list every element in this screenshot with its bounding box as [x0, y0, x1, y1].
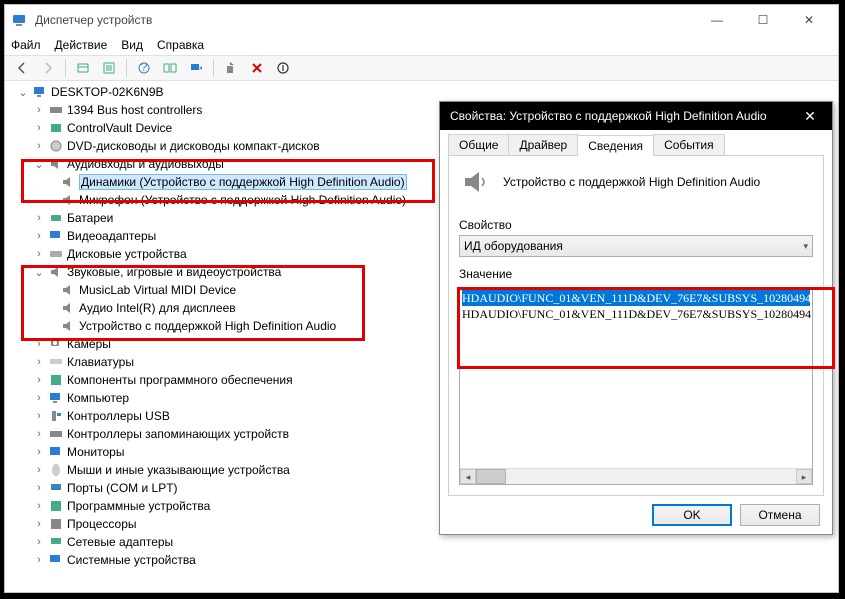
- speaker-icon: [48, 264, 64, 280]
- tree-item[interactable]: ›Видеоадаптеры: [11, 227, 441, 245]
- minimize-button[interactable]: —: [694, 5, 740, 35]
- tab-details[interactable]: Сведения: [577, 135, 654, 156]
- svg-text:?: ?: [141, 61, 148, 74]
- tree-label: DESKTOP-02K6N9B: [51, 85, 164, 99]
- property-label: Свойство: [459, 218, 813, 232]
- cancel-button[interactable]: Отмена: [740, 504, 820, 526]
- dialog-titlebar[interactable]: Свойства: Устройство с поддержкой High D…: [440, 102, 832, 130]
- tree-item[interactable]: ›Дисковые устройства: [11, 245, 441, 263]
- update-driver-button[interactable]: [220, 57, 242, 79]
- speaker-icon: [60, 174, 76, 190]
- tree-item[interactable]: ›1394 Bus host controllers: [11, 101, 441, 119]
- maximize-button[interactable]: ☐: [740, 5, 786, 35]
- tree-item[interactable]: ›Сетевые адаптеры: [11, 533, 441, 551]
- tab-general[interactable]: Общие: [448, 134, 509, 155]
- tree-item-speakers[interactable]: Динамики (Устройство с поддержкой High D…: [11, 173, 441, 191]
- tree-item[interactable]: MusicLab Virtual MIDI Device: [11, 281, 441, 299]
- scroll-left-button[interactable]: ◂: [460, 469, 476, 484]
- device-name: Устройство с поддержкой High Definition …: [503, 175, 760, 189]
- toolbar: ?: [5, 55, 838, 81]
- tree-item[interactable]: ›Мыши и иные указывающие устройства: [11, 461, 441, 479]
- menubar: Файл Действие Вид Справка: [5, 35, 838, 55]
- menu-file[interactable]: Файл: [11, 38, 41, 52]
- properties-dialog[interactable]: Свойства: Устройство с поддержкой High D…: [439, 101, 833, 535]
- help-button[interactable]: ?: [133, 57, 155, 79]
- tree-item[interactable]: ›Клавиатуры: [11, 353, 441, 371]
- tree-item[interactable]: ›Компоненты программного обеспечения: [11, 371, 441, 389]
- tree-root[interactable]: ⌄DESKTOP-02K6N9B: [11, 83, 441, 101]
- tree-item-sound[interactable]: ⌄Звуковые, игровые и видеоустройства: [11, 263, 441, 281]
- scroll-thumb[interactable]: [476, 469, 506, 484]
- disable-button[interactable]: [272, 57, 294, 79]
- tree-item[interactable]: ›Контроллеры запоминающих устройств: [11, 425, 441, 443]
- tree-item[interactable]: ›Камеры: [11, 335, 441, 353]
- scroll-right-button[interactable]: ▸: [796, 469, 812, 484]
- view-button[interactable]: [159, 57, 181, 79]
- property-dropdown[interactable]: ИД оборудования ▾: [459, 235, 813, 257]
- device-header: Устройство с поддержкой High Definition …: [459, 166, 813, 198]
- tab-events[interactable]: События: [653, 134, 725, 155]
- menu-view[interactable]: Вид: [121, 38, 143, 52]
- tree-item[interactable]: Аудио Intel(R) для дисплеев: [11, 299, 441, 317]
- tree-item[interactable]: ›DVD-дисководы и дисководы компакт-диско…: [11, 137, 441, 155]
- tree-item[interactable]: ›Батареи: [11, 209, 441, 227]
- tabstrip: Общие Драйвер Сведения События: [448, 134, 824, 156]
- dialog-buttons: OK Отмена: [448, 496, 824, 526]
- back-button[interactable]: [11, 57, 33, 79]
- window-title: Диспетчер устройств: [35, 13, 694, 27]
- scan-button[interactable]: [185, 57, 207, 79]
- tree-item[interactable]: ›Процессоры: [11, 515, 441, 533]
- tree-item[interactable]: ›Системные устройства: [11, 551, 441, 569]
- properties-button[interactable]: [98, 57, 120, 79]
- dialog-close-button[interactable]: ✕: [798, 108, 822, 125]
- uninstall-button[interactable]: [246, 57, 268, 79]
- show-hidden-button[interactable]: [72, 57, 94, 79]
- dropdown-value: ИД оборудования: [464, 239, 563, 253]
- window-controls: — ☐ ✕: [694, 5, 832, 35]
- tree-item-audio-io[interactable]: ⌄Аудиовходы и аудиовыходы: [11, 155, 441, 173]
- tree-item[interactable]: ›Программные устройства: [11, 497, 441, 515]
- scroll-track[interactable]: [476, 469, 796, 484]
- dialog-body: Общие Драйвер Сведения События Устройств…: [440, 130, 832, 534]
- speaker-icon: [459, 166, 491, 198]
- tree-item-microphone[interactable]: Микрофон (Устройство с поддержкой High D…: [11, 191, 441, 209]
- list-item[interactable]: HDAUDIO\FUNC_01&VEN_111D&DEV_76E7&SUBSYS…: [462, 306, 810, 322]
- forward-button[interactable]: [37, 57, 59, 79]
- value-label: Значение: [459, 267, 813, 281]
- dialog-title: Свойства: Устройство с поддержкой High D…: [450, 109, 798, 123]
- ok-button[interactable]: OK: [652, 504, 732, 526]
- separator: [213, 59, 214, 77]
- menu-action[interactable]: Действие: [55, 38, 108, 52]
- tab-driver[interactable]: Драйвер: [508, 134, 578, 155]
- close-button[interactable]: ✕: [786, 5, 832, 35]
- value-listbox[interactable]: HDAUDIO\FUNC_01&VEN_111D&DEV_76E7&SUBSYS…: [459, 287, 813, 485]
- horizontal-scrollbar[interactable]: ◂ ▸: [460, 468, 812, 484]
- tree-item[interactable]: ›Мониторы: [11, 443, 441, 461]
- separator: [126, 59, 127, 77]
- device-tree[interactable]: ⌄DESKTOP-02K6N9B ›1394 Bus host controll…: [11, 83, 441, 569]
- tree-item[interactable]: ›ControlVault Device: [11, 119, 441, 137]
- list-item[interactable]: HDAUDIO\FUNC_01&VEN_111D&DEV_76E7&SUBSYS…: [462, 290, 810, 306]
- speaker-icon: [48, 156, 64, 172]
- separator: [65, 59, 66, 77]
- chevron-down-icon: ▾: [803, 241, 808, 252]
- titlebar[interactable]: Диспетчер устройств — ☐ ✕: [5, 5, 838, 35]
- tree-item[interactable]: ›Порты (COM и LPT): [11, 479, 441, 497]
- app-icon: [11, 12, 27, 28]
- speaker-icon: [60, 192, 76, 208]
- tree-item[interactable]: ›Контроллеры USB: [11, 407, 441, 425]
- tab-panel: Устройство с поддержкой High Definition …: [448, 156, 824, 496]
- tree-item[interactable]: ›Компьютер: [11, 389, 441, 407]
- tree-item-hd-audio[interactable]: Устройство с поддержкой High Definition …: [11, 317, 441, 335]
- menu-help[interactable]: Справка: [157, 38, 204, 52]
